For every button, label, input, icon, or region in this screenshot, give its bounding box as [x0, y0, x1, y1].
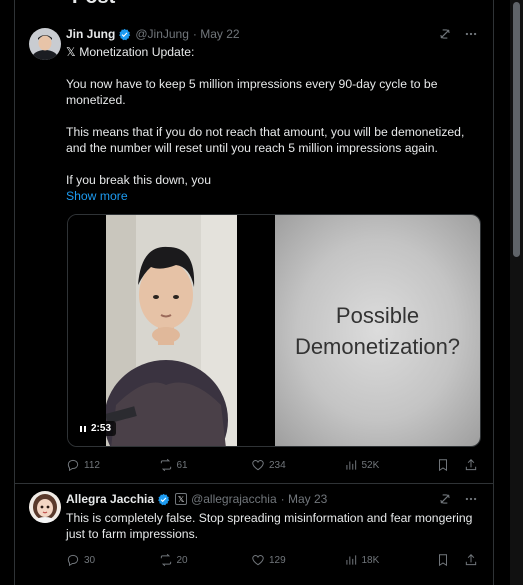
header-actions — [438, 492, 478, 509]
repost-button[interactable]: 61 — [159, 458, 252, 472]
text-line: This is completely false. Stop spreading… — [66, 511, 473, 541]
video-duration: 2:53 — [91, 423, 112, 434]
author-name[interactable]: Jin Jung — [66, 27, 115, 41]
video-slide: Possible Demonetization? — [275, 215, 480, 446]
video-duration-badge: 2:53 — [74, 421, 117, 436]
more-options-icon[interactable] — [464, 492, 478, 509]
like-count: 234 — [269, 459, 286, 471]
grok-icon[interactable] — [438, 27, 452, 44]
x-affiliate-badge-icon[interactable]: 𝕏 — [175, 493, 188, 505]
views-icon — [345, 460, 356, 470]
share-icon[interactable] — [464, 458, 478, 472]
more-options-icon[interactable] — [464, 27, 478, 44]
tweet-header: Jin Jung @JinJung · May 22 — [66, 24, 240, 44]
avatar[interactable] — [29, 28, 61, 60]
avatar-image — [29, 28, 61, 60]
like-button[interactable]: 234 — [251, 458, 344, 472]
page-title: Post — [72, 0, 115, 9]
reply-count: 112 — [84, 459, 100, 471]
reply-icon — [67, 554, 79, 567]
action-bar: 112 61 234 52K — [66, 455, 478, 475]
text-line: 𝕏 Monetization Update: — [66, 45, 195, 59]
share-group — [436, 458, 478, 472]
author-name[interactable]: Allegra Jacchia — [66, 492, 154, 506]
share-icon[interactable] — [464, 553, 478, 567]
repost-icon — [160, 458, 171, 472]
show-more-link[interactable]: Show more — [66, 188, 481, 204]
tweet-text: 𝕏 Monetization Update: You now have to k… — [66, 44, 481, 204]
pause-icon — [80, 425, 86, 432]
author-handle[interactable]: @JinJung — [135, 27, 189, 41]
reply-icon — [67, 459, 79, 472]
letterbox-left — [68, 215, 106, 446]
views-button[interactable]: 52K — [344, 458, 437, 472]
post-date[interactable]: · May 23 — [281, 492, 328, 506]
avatar[interactable] — [29, 491, 61, 523]
share-group — [436, 553, 478, 567]
video-frame-person — [106, 215, 237, 446]
heart-icon — [252, 460, 264, 471]
view-count: 18K — [361, 554, 380, 566]
like-count: 129 — [269, 554, 286, 566]
video-player[interactable]: Possible Demonetization? 2:53 — [67, 214, 481, 447]
action-bar: 30 20 129 18K — [66, 550, 478, 570]
repost-count: 61 — [176, 459, 188, 471]
avatar-image — [29, 491, 61, 523]
scrollbar[interactable] — [510, 0, 523, 585]
views-button[interactable]: 18K — [344, 553, 437, 567]
repost-icon — [160, 553, 171, 567]
header-actions — [438, 27, 478, 44]
repost-count: 20 — [176, 554, 188, 566]
post-date[interactable]: · May 22 — [193, 27, 240, 41]
text-line: If you break this down, you — [66, 173, 211, 187]
tweet[interactable]: Jin Jung @JinJung · May 22 𝕏 Monetizatio… — [15, 17, 493, 484]
bookmark-icon[interactable] — [436, 458, 450, 472]
tweet-text: This is completely false. Stop spreading… — [66, 510, 486, 542]
reply-count: 30 — [84, 554, 96, 566]
slide-text-line2: Demonetization? — [294, 334, 461, 359]
text-line: This means that if you do not reach that… — [66, 125, 465, 155]
view-count: 52K — [361, 459, 380, 471]
grok-icon[interactable] — [438, 492, 452, 509]
verified-badge-icon — [158, 493, 170, 505]
views-icon — [345, 555, 356, 565]
heart-icon — [252, 555, 264, 566]
tweet-header: Allegra Jacchia 𝕏 @allegrajacchia · May … — [66, 489, 327, 509]
reply-button[interactable]: 30 — [66, 553, 159, 567]
letterbox-middle — [237, 215, 275, 446]
slide-text-line1: Possible — [335, 303, 420, 328]
bookmark-icon[interactable] — [436, 553, 450, 567]
repost-button[interactable]: 20 — [159, 553, 252, 567]
scrollbar-thumb[interactable] — [513, 2, 520, 257]
text-line: You now have to keep 5 million impressio… — [66, 77, 438, 107]
like-button[interactable]: 129 — [251, 553, 344, 567]
verified-badge-icon — [119, 28, 131, 40]
author-handle[interactable]: @allegrajacchia — [191, 492, 277, 506]
tweet[interactable]: Allegra Jacchia 𝕏 @allegrajacchia · May … — [15, 484, 493, 585]
timeline-column: Post Jin Jung @JinJung · May 22 — [14, 0, 494, 585]
top-bar: Post — [15, 0, 493, 16]
reply-button[interactable]: 112 — [66, 458, 159, 472]
